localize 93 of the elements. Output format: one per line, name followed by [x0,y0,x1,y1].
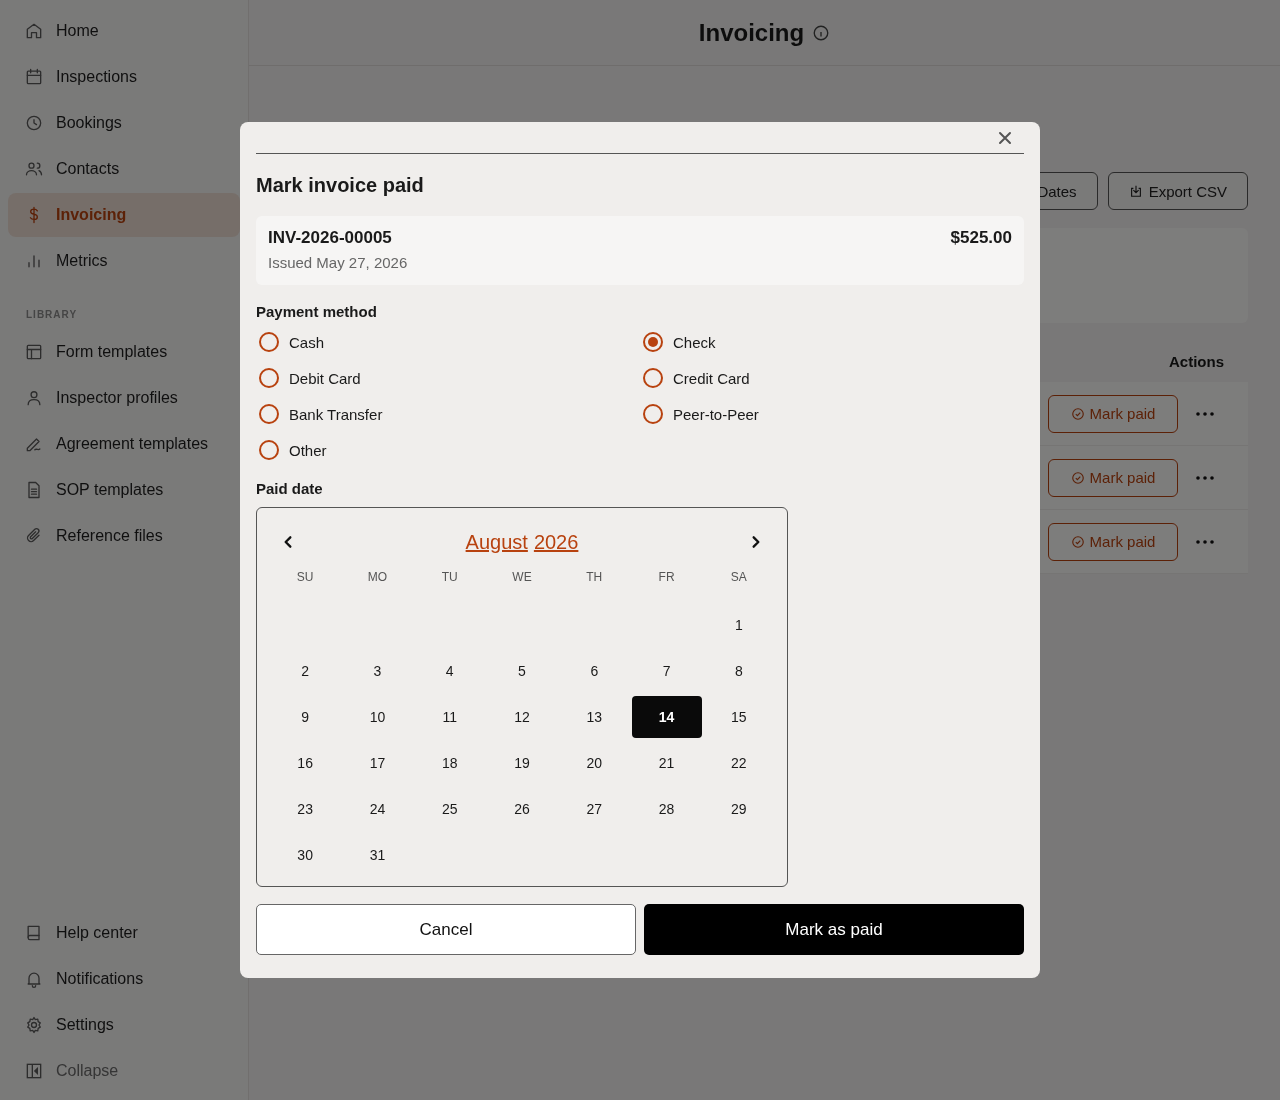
calendar-day[interactable]: 28 [631,788,702,830]
close-icon[interactable] [998,130,1012,145]
nav-item[interactable]: Form templates [8,330,240,374]
radio-button[interactable] [259,440,279,460]
radio-option[interactable]: Peer-to-Peer [640,402,1024,426]
weekday-label: WE [511,570,533,586]
nav-item[interactable]: Notifications [8,957,240,1001]
dialog-title: Mark invoice paid [256,174,425,197]
calendar-day[interactable]: 6 [559,650,630,692]
calendar-day[interactable]: 4 [414,650,485,692]
calendar-day[interactable]: 17 [342,742,413,784]
calendar-icon [24,67,44,87]
calendar-day[interactable]: 13 [559,696,630,738]
nav-item[interactable]: Inspector profiles [8,376,240,420]
check-circle-icon [1070,534,1085,549]
calendar-day[interactable]: 10 [342,696,413,738]
weekday-label: TU [440,570,459,586]
calendar-day[interactable]: 5 [487,650,557,692]
layout-icon [24,342,44,362]
toolbar-button[interactable]: Export CSV [1107,172,1248,210]
year-link[interactable]: 2026 [533,530,579,554]
calendar-day[interactable]: 9 [270,696,341,738]
calendar-day[interactable]: 25 [414,788,485,830]
settings-icon [24,1015,44,1035]
nav-item[interactable]: Agreement templates [8,422,240,466]
calendar-day[interactable]: 18 [414,742,485,784]
nav-item[interactable]: Help center [8,911,240,955]
info-icon[interactable] [812,23,831,42]
calendar-day[interactable]: 15 [703,696,774,738]
radio-option[interactable]: Credit Card [640,366,1024,390]
calendar-day[interactable]: 27 [559,788,630,830]
invoice-amount: $525.00 [950,228,1012,248]
cancel-button[interactable]: Cancel [256,904,636,955]
weekday-label: FR [657,570,676,586]
calendar-day[interactable]: 2 [270,650,341,692]
radio-option[interactable]: Cash [256,330,640,354]
check-circle-icon [1070,406,1085,421]
calendar-day[interactable]: 14 [631,696,702,738]
more-icon[interactable] [1196,539,1214,544]
nav-item[interactable]: Home [8,9,240,53]
nav-item[interactable]: Reference files [8,514,240,558]
radio-button[interactable] [259,404,279,424]
calendar-day[interactable]: 22 [703,742,774,784]
more-icon[interactable] [1196,475,1214,480]
radio-button[interactable] [643,368,663,388]
home-icon [24,21,44,41]
weekday-label: SU [295,570,315,586]
radio-option[interactable]: Debit Card [256,366,640,390]
column-header: Actions [1169,353,1224,370]
radio-button[interactable] [643,404,663,424]
calendar-day[interactable]: 23 [270,788,341,830]
nav-item[interactable]: SOP templates [8,468,240,512]
calendar-day[interactable]: 30 [270,834,341,876]
field-label: Paid date [256,480,324,497]
check-circle-icon [1070,470,1085,485]
nav-item[interactable]: Contacts [8,147,240,191]
field-label: Payment method [256,303,378,320]
sidebar-panel-icon [24,1061,44,1081]
mark-as-paid-button[interactable]: Mark as paid [644,904,1024,955]
more-icon[interactable] [1196,411,1214,416]
calendar-day[interactable]: 11 [414,696,485,738]
calendar-day[interactable]: 12 [487,696,557,738]
nav-item[interactable]: Metrics [8,239,240,283]
page-title: Invoicing [698,18,805,47]
calendar-day[interactable]: 16 [270,742,341,784]
calendar-day[interactable]: 3 [342,650,413,692]
calendar-day[interactable]: 21 [631,742,702,784]
download-icon [1128,184,1143,198]
calendar-day[interactable]: 24 [342,788,413,830]
radio-option[interactable]: Bank Transfer [256,402,640,426]
calendar-day[interactable]: 19 [487,742,557,784]
weekday-label: TH [585,570,604,586]
nav-item[interactable]: Inspections [8,55,240,99]
nav-item[interactable]: Settings [8,1003,240,1047]
radio-option[interactable]: Other [256,438,640,462]
clock-icon [24,113,44,133]
nav-item[interactable]: Bookings [8,101,240,145]
calendar-day[interactable]: 1 [703,604,774,646]
calendar-day[interactable]: 29 [703,788,774,830]
calendar-day[interactable]: 7 [631,650,702,692]
calendar-day[interactable]: 26 [487,788,557,830]
issued-date: Issued May 27, 2026 [268,254,408,271]
invoice-number: INV-2026-00005 [268,228,393,248]
month-link[interactable]: August [465,530,528,554]
calendar-day[interactable]: 20 [559,742,630,784]
weekday-label: SA [729,570,748,586]
weekday-label: MO [366,570,389,586]
radio-option[interactable]: Check [640,330,1024,354]
radio-button[interactable] [643,332,663,352]
radio-button[interactable] [259,368,279,388]
calendar-day[interactable]: 31 [342,834,413,876]
calendar-day[interactable]: 8 [703,650,774,692]
radio-button[interactable] [259,332,279,352]
